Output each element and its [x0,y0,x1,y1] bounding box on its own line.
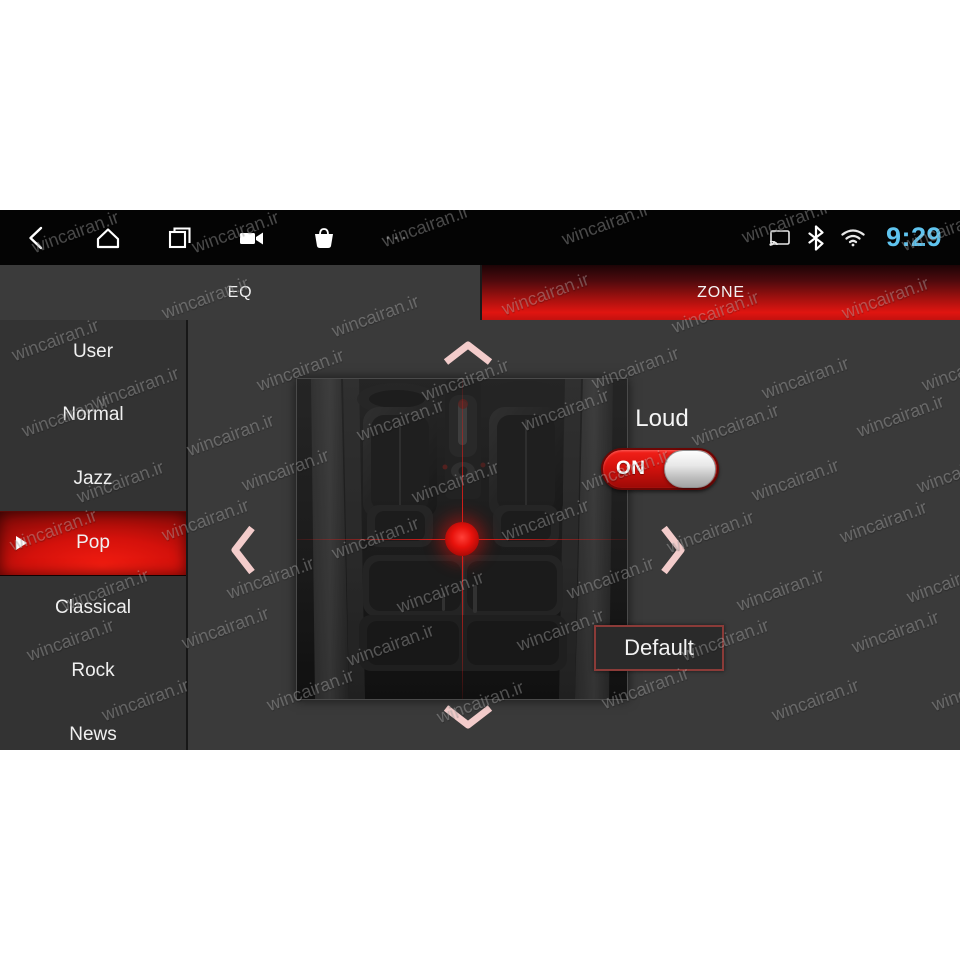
bluetooth-icon [806,224,826,251]
zone-focus-point[interactable] [445,522,479,556]
home-icon[interactable] [72,210,144,265]
preset-item-normal[interactable]: Normal [0,384,186,448]
preset-label: Jazz [73,467,113,489]
overflow-icon[interactable] [360,210,432,265]
content-area: User Normal Jazz Pop Classical Rock News [0,320,960,750]
preset-item-news[interactable]: News [0,703,186,750]
device-screen: 9:29 EQ ZONE User Normal Jazz Pop Classi… [0,210,960,750]
preset-item-jazz[interactable]: Jazz [0,447,186,511]
preset-label: Classical [54,596,132,618]
chevron-left-icon[interactable] [228,520,260,585]
tab-eq-label: EQ [227,283,253,301]
loud-label: Loud [635,405,689,432]
preset-label: User [72,340,114,362]
tab-zone[interactable]: ZONE [482,265,960,320]
status-indicator-group: 9:29 [768,210,942,265]
right-control-panel: Loud ON Default [552,320,772,750]
recents-icon[interactable] [144,210,216,265]
back-icon[interactable] [0,210,72,265]
preset-label: Pop [76,532,110,554]
video-camera-icon[interactable] [216,210,288,265]
tab-bar: EQ ZONE [0,265,960,320]
bag-icon[interactable] [288,210,360,265]
preset-item-rock[interactable]: Rock [0,640,186,704]
tab-zone-label: ZONE [697,283,745,301]
loud-toggle[interactable]: ON [601,448,719,490]
eq-preset-list: User Normal Jazz Pop Classical Rock News [0,320,188,750]
preset-item-user[interactable]: User [0,320,186,384]
selected-marker-icon [16,536,27,551]
preset-label: News [69,723,117,745]
default-button-label: Default [624,635,694,660]
loud-toggle-knob[interactable] [664,450,716,488]
preset-label: Normal [62,404,124,426]
preset-label: Rock [71,660,115,682]
loud-toggle-state-label: ON [616,458,646,479]
status-bar: 9:29 [0,210,960,265]
clock: 9:29 [885,222,942,252]
tab-eq[interactable]: EQ [0,265,482,320]
preset-item-pop[interactable]: Pop [0,510,186,576]
wifi-icon [840,228,866,248]
chevron-down-icon[interactable] [438,700,498,737]
chevron-up-icon[interactable] [438,338,498,375]
preset-item-classical[interactable]: Classical [0,576,186,640]
cast-icon [768,228,792,248]
navigation-icon-group [0,210,432,265]
default-button[interactable]: Default [594,625,724,671]
